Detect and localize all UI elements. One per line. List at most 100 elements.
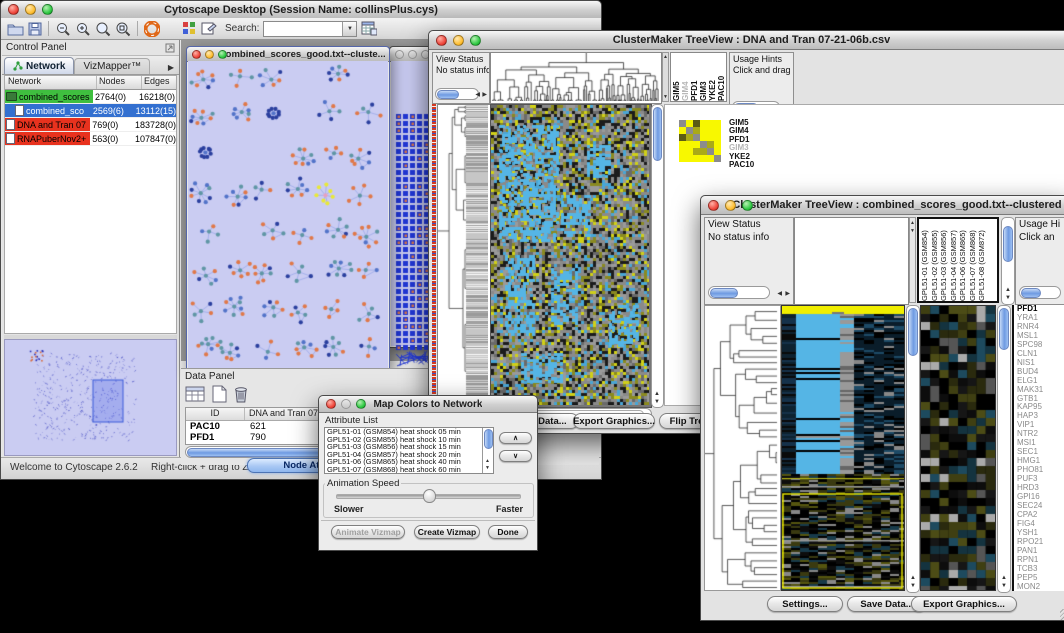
zoom-button[interactable] <box>470 35 481 46</box>
tv2-zoom-vscrollbar[interactable]: ▲ ▼ <box>997 305 1011 593</box>
scroll-up-icon[interactable]: ▲ <box>1005 287 1011 293</box>
move-up-button[interactable]: ∧ <box>499 432 532 444</box>
minimize-button[interactable] <box>341 399 351 409</box>
move-down-button[interactable]: ∨ <box>499 450 532 462</box>
table-icon[interactable] <box>185 385 205 403</box>
resize-grip[interactable] <box>1060 609 1064 620</box>
scroll-up-icon[interactable]: ▲ <box>654 391 660 397</box>
float-panel-icon[interactable] <box>165 43 175 53</box>
tv1-status-scrollbar[interactable] <box>435 88 479 100</box>
col-header-network[interactable]: Network <box>5 76 97 89</box>
minimize-button[interactable] <box>408 50 417 59</box>
tv2-gene-label[interactable]: MON2 <box>1017 583 1064 591</box>
tv2-zoom-heatmap-canvas[interactable] <box>921 306 995 590</box>
tv2-heatmap-vscrollbar[interactable]: ▲ ▼ <box>906 305 920 593</box>
overview-canvas[interactable] <box>5 340 177 453</box>
tv1-row-dendrogram[interactable] <box>438 105 488 405</box>
help-lifering-icon[interactable] <box>144 21 160 37</box>
scroll-down-icon[interactable]: ▼ <box>663 94 668 100</box>
search-dropdown-icon[interactable]: ▼ <box>342 22 356 36</box>
network-row[interactable]: combined_scores2764(0)16218(0) <box>5 90 176 104</box>
trash-icon[interactable] <box>233 385 249 403</box>
network-overview-panel[interactable] <box>4 339 177 456</box>
animate-vizmap-button[interactable]: Animate Vizmap <box>331 525 405 539</box>
tab-vizmapper[interactable]: VizMapper™ <box>74 58 150 74</box>
matrix-cell <box>693 155 700 162</box>
scroll-left-icon[interactable]: ◀ <box>475 92 480 98</box>
scroll-left-icon[interactable]: ◀ <box>777 291 782 297</box>
zoom-button[interactable] <box>356 399 366 409</box>
network-row[interactable]: RNAPuberNov2+563(0)107847(0) <box>5 132 176 146</box>
zoom-button[interactable] <box>42 4 53 15</box>
done-button[interactable]: Done <box>488 525 528 539</box>
scroll-down-icon[interactable]: ▼ <box>654 399 660 405</box>
zoom-fit-icon[interactable] <box>95 21 111 37</box>
attribute-list-scrollbar[interactable]: ▲ ▼ <box>482 428 493 473</box>
tv1-cluster-matrix[interactable] <box>679 120 721 162</box>
open-file-icon[interactable] <box>7 22 24 36</box>
scroll-up-icon[interactable]: ▲ <box>485 458 490 464</box>
tv1-export-graphics-button[interactable]: Export Graphics... <box>573 413 655 429</box>
scroll-right-icon[interactable]: ▶ <box>482 92 487 98</box>
tv1-column-dendrogram[interactable] <box>491 53 659 101</box>
minimize-button[interactable] <box>453 35 464 46</box>
close-button[interactable] <box>8 4 19 15</box>
zoom-out-icon[interactable] <box>55 21 71 37</box>
zoom-button[interactable] <box>742 200 753 211</box>
minimize-button[interactable] <box>725 200 736 211</box>
plugin-grid-icon[interactable] <box>182 21 197 36</box>
save-icon[interactable] <box>28 22 42 36</box>
scroll-up-icon[interactable]: ▲ <box>1001 575 1007 581</box>
tv1-gene-label[interactable]: PAC10 <box>729 161 754 169</box>
close-button[interactable] <box>326 399 336 409</box>
tv1-heatmap-canvas[interactable] <box>491 105 649 405</box>
network-view-canvas[interactable] <box>188 61 388 368</box>
scroll-down-icon[interactable]: ▼ <box>910 228 915 234</box>
col-header-nodes[interactable]: Nodes <box>97 76 142 89</box>
scroll-up-icon[interactable]: ▲ <box>663 54 668 60</box>
scroll-right-icon[interactable]: ▶ <box>785 291 790 297</box>
search-input[interactable]: ▼ <box>263 21 357 37</box>
dialog-titlebar[interactable]: Map Colors to Network <box>319 396 537 413</box>
data-col-id[interactable]: ID <box>186 408 245 420</box>
scroll-up-icon[interactable]: ▲ <box>910 220 915 226</box>
scroll-down-icon[interactable]: ▼ <box>1005 295 1011 301</box>
scroll-down-icon[interactable]: ▼ <box>910 583 916 589</box>
tv2-status-scrollbar[interactable] <box>708 286 770 299</box>
col-header-edges[interactable]: Edges <box>142 76 176 89</box>
scroll-down-icon[interactable]: ▼ <box>1001 583 1007 589</box>
close-button[interactable] <box>708 200 719 211</box>
network-row[interactable]: DNA and Tran 07769(0)183728(0) <box>5 118 176 132</box>
treeview2-titlebar[interactable]: ClusterMaker TreeView : combined_scores_… <box>701 196 1064 215</box>
frame1-titlebar[interactable]: combined_scores_good.txt--cluste... <box>187 47 389 62</box>
tv2-settings-button[interactable]: Settings... <box>767 596 843 612</box>
tv1-heatmap-vscrollbar[interactable]: ▲ ▼ <box>651 104 664 408</box>
new-document-icon[interactable] <box>211 385 227 403</box>
close-button[interactable] <box>436 35 447 46</box>
tv2-collabel-vscrollbar[interactable]: ▲ ▼ <box>1001 217 1015 305</box>
tv2-hints-scrollbar[interactable] <box>1019 286 1061 299</box>
attribute-item[interactable]: GPL51-07 (GSM868) heat shock 60 min <box>327 466 493 474</box>
annotation-icon[interactable] <box>201 21 217 36</box>
scroll-down-icon[interactable]: ▼ <box>485 465 490 471</box>
zoom-selected-icon[interactable] <box>115 21 131 37</box>
network-row[interactable]: combined_sco2569(6)13112(15) <box>5 104 176 118</box>
tab-overflow-icon[interactable]: ▶ <box>168 63 179 74</box>
zoom-in-icon[interactable] <box>75 21 91 37</box>
tv2-row-dendrogram[interactable] <box>705 306 780 590</box>
minimize-button[interactable] <box>205 50 214 59</box>
treeview1-titlebar[interactable]: ClusterMaker TreeView : DNA and Tran 07-… <box>429 31 1064 50</box>
scroll-up-icon[interactable]: ▲ <box>910 575 916 581</box>
table-import-icon[interactable] <box>361 21 377 36</box>
slider-thumb[interactable] <box>423 489 436 503</box>
tv2-export-graphics-button[interactable]: Export Graphics... <box>911 596 1017 612</box>
close-button[interactable] <box>192 50 201 59</box>
minimize-button[interactable] <box>25 4 36 15</box>
tv2-heatmap-canvas[interactable] <box>782 306 904 590</box>
tab-network[interactable]: Network <box>4 57 74 74</box>
tv2-usage-hints-title: Usage Hi <box>1016 218 1064 231</box>
zoom-button[interactable] <box>218 50 227 59</box>
create-vizmap-button[interactable]: Create Vizmap <box>414 525 480 539</box>
close-button[interactable] <box>395 50 404 59</box>
main-titlebar[interactable]: Cytoscape Desktop (Session Name: collins… <box>1 1 601 19</box>
